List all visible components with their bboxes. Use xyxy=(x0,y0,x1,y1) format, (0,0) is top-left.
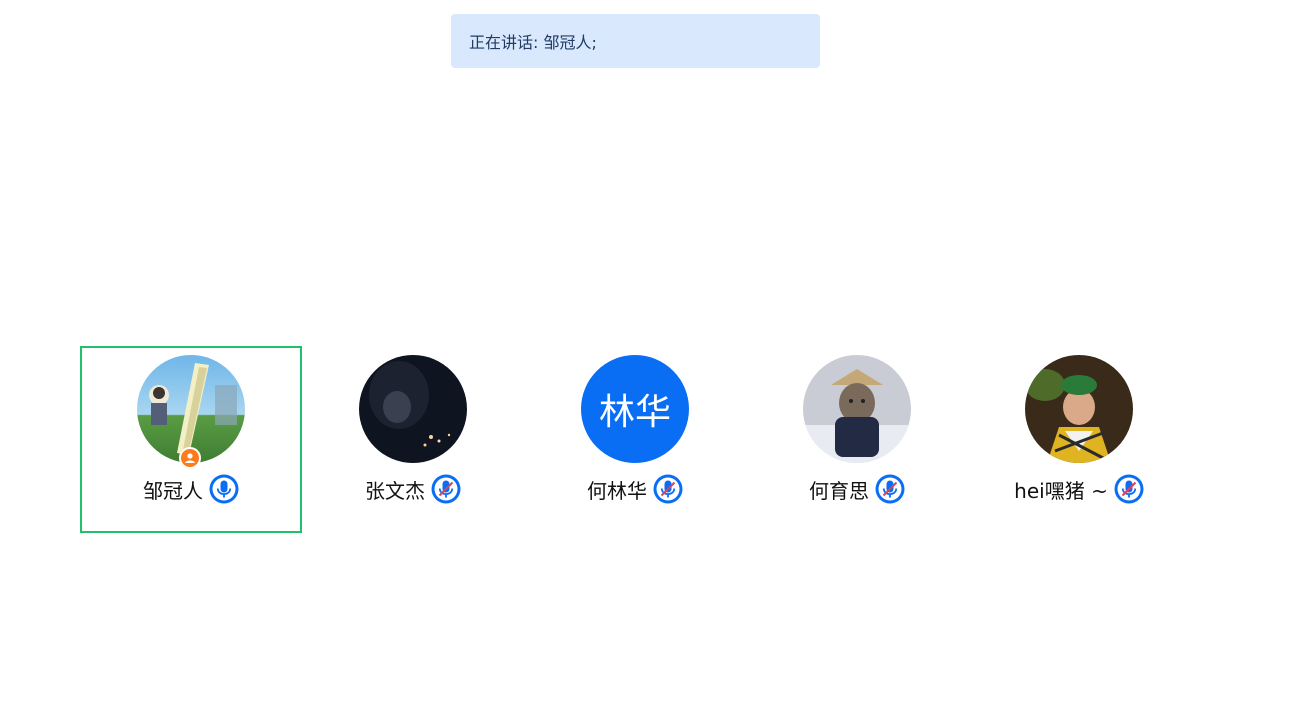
participant-avatar: 林华 xyxy=(581,355,689,463)
participant-tile-5[interactable]: hei嘿猪 ~ xyxy=(968,346,1190,533)
participant-name-row: 何育思 xyxy=(746,474,968,504)
participant-name: 张文杰 xyxy=(365,478,425,503)
host-badge-icon xyxy=(179,447,201,469)
mic-muted-icon[interactable] xyxy=(1114,474,1144,504)
mic-on-icon[interactable] xyxy=(209,474,239,504)
participant-avatar xyxy=(1025,355,1133,463)
participant-avatar xyxy=(359,355,467,463)
participant-tile-2[interactable]: 张文杰 xyxy=(302,346,524,533)
participant-tile-3[interactable]: 林华 何林华 xyxy=(524,346,746,533)
participant-name: 何林华 xyxy=(587,478,647,503)
participant-name: 何育思 xyxy=(809,478,869,503)
participant-name: 邹冠人 xyxy=(143,478,203,503)
participant-name-row: 张文杰 xyxy=(302,474,524,504)
participant-name-row: 何林华 xyxy=(524,474,746,504)
participant-avatar xyxy=(803,355,911,463)
participant-name: hei嘿猪 ~ xyxy=(1014,478,1108,503)
mic-muted-icon[interactable] xyxy=(431,474,461,504)
participant-tile-4[interactable]: 何育思 xyxy=(746,346,968,533)
participant-name-row: hei嘿猪 ~ xyxy=(968,474,1190,504)
mic-muted-icon[interactable] xyxy=(653,474,683,504)
participant-name-row: 邹冠人 xyxy=(82,474,300,504)
participant-avatar-initials: 林华 xyxy=(581,355,689,463)
mic-muted-icon[interactable] xyxy=(875,474,905,504)
speaking-banner-text: 正在讲话: 邹冠人; xyxy=(469,33,597,52)
speaking-banner: 正在讲话: 邹冠人; xyxy=(451,14,820,68)
participant-tile-1[interactable]: 邹冠人 xyxy=(80,346,302,533)
